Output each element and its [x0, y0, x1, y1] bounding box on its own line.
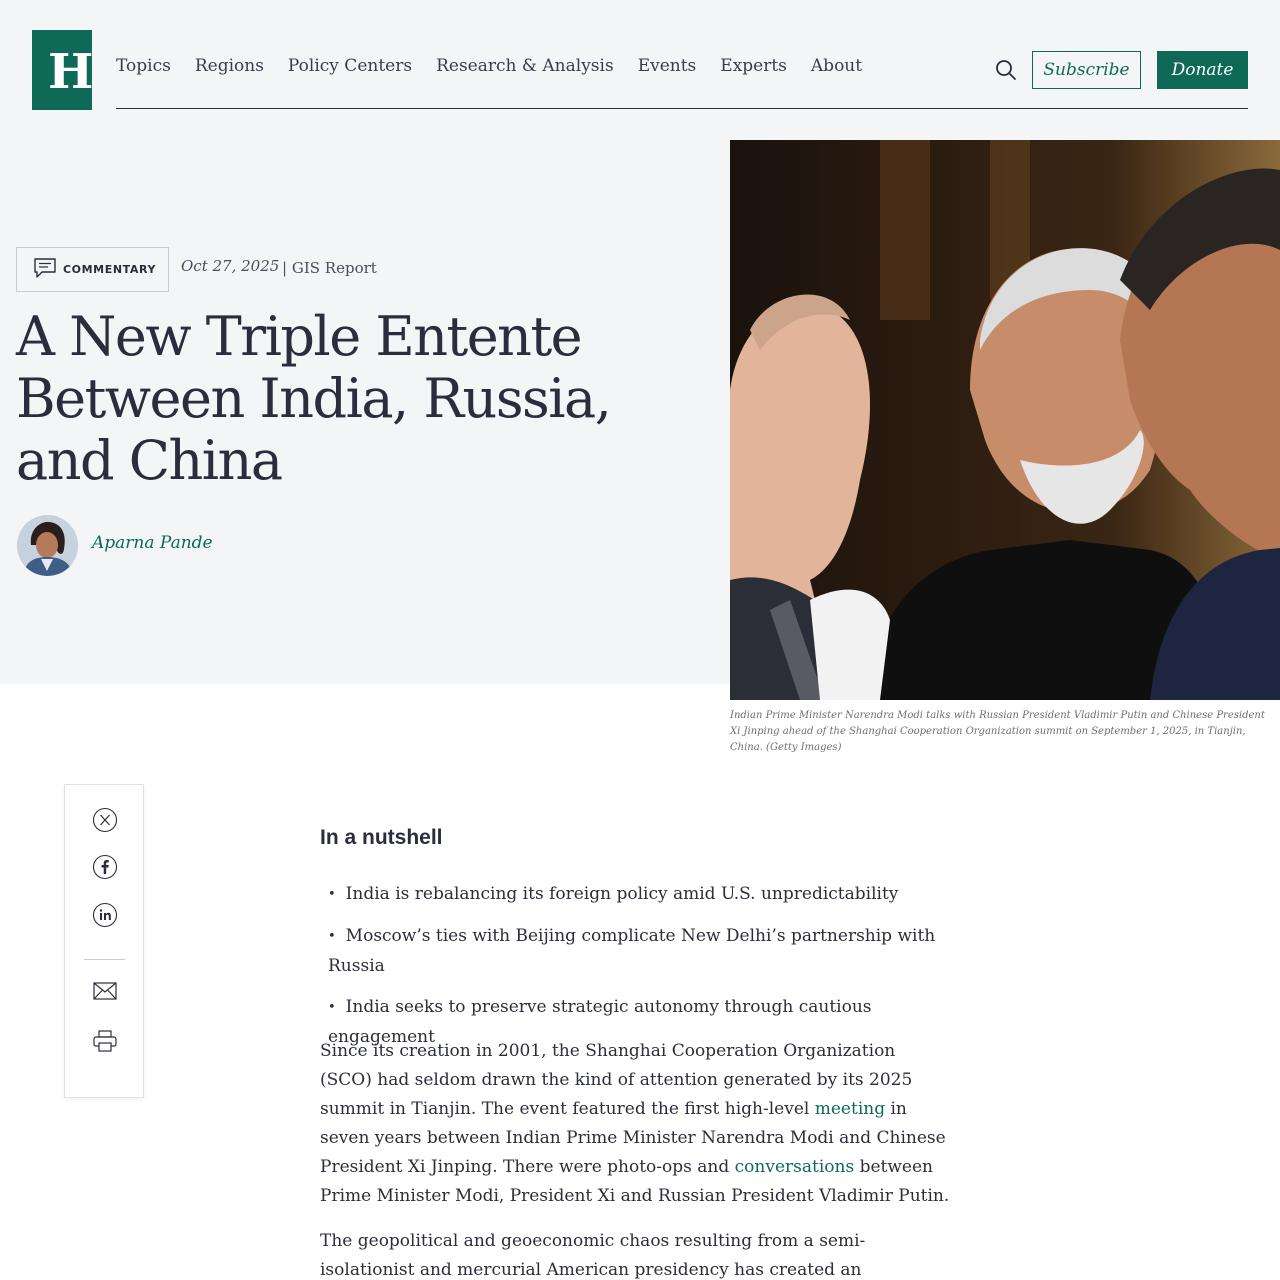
list-item: Moscow’s ties with Beijing complicate Ne… [328, 922, 958, 981]
body-paragraph: The geopolitical and geoeconomic chaos r… [320, 1231, 866, 1280]
share-rail [64, 784, 144, 1098]
search-icon[interactable] [994, 58, 1018, 82]
print-icon[interactable] [92, 1028, 118, 1054]
comment-icon [33, 257, 57, 283]
meta-separator: | [282, 259, 288, 277]
logo-letter: H [48, 44, 92, 100]
hero-photo [730, 140, 1280, 700]
body-paragraph: Since its creation in 2001, the Shanghai… [320, 1037, 950, 1211]
share-divider [84, 959, 125, 960]
list-item: India is rebalancing its foreign policy … [328, 880, 958, 910]
nav-item-regions[interactable]: Regions [195, 56, 264, 76]
nav-item-events[interactable]: Events [638, 56, 697, 76]
article-title: A New Triple Entente Between India, Russ… [16, 305, 612, 492]
email-icon[interactable] [92, 978, 118, 1004]
nav-divider [116, 108, 1248, 109]
subscribe-button[interactable]: Subscribe [1032, 51, 1141, 89]
site-logo[interactable]: H [32, 30, 92, 110]
x-icon[interactable] [92, 807, 118, 833]
publish-date: Oct 27, 2025 [181, 257, 280, 275]
main-nav: Topics Regions Policy Centers Research &… [116, 56, 862, 76]
author-name[interactable]: Aparna Pande [92, 533, 213, 553]
author-avatar[interactable] [17, 515, 78, 576]
meeting-link[interactable]: meeting [815, 1099, 885, 1119]
badge-label: COMMENTARY [63, 263, 157, 276]
conversations-link[interactable]: conversations [735, 1157, 855, 1177]
nav-item-topics[interactable]: Topics [116, 56, 171, 76]
nutshell-heading: In a nutshell [320, 826, 443, 849]
nav-item-research-analysis[interactable]: Research & Analysis [436, 56, 614, 76]
photo-caption: Indian Prime Minister Narendra Modi talk… [730, 710, 1265, 753]
series-label[interactable]: | GIS Report [282, 259, 377, 277]
donate-button[interactable]: Donate [1157, 51, 1248, 89]
linkedin-icon[interactable] [92, 902, 118, 928]
nav-item-about[interactable]: About [811, 56, 862, 76]
content-type-badge[interactable]: COMMENTARY [16, 247, 169, 292]
facebook-icon[interactable] [92, 854, 118, 880]
nav-item-policy-centers[interactable]: Policy Centers [288, 56, 412, 76]
nav-item-experts[interactable]: Experts [720, 56, 787, 76]
series-name: GIS Report [291, 259, 377, 277]
